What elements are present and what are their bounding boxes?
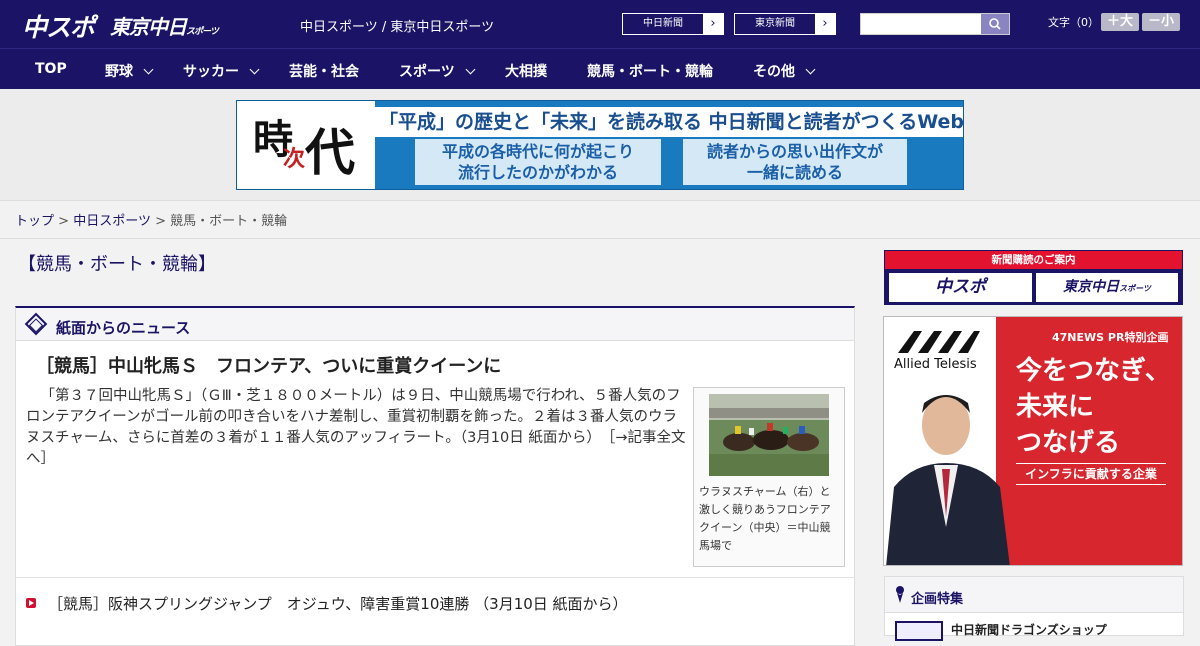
- jidai-banner-ad[interactable]: 時 次 代 「平成」の歴史と「未来」を読み取る 中日新聞と読者がつくるWebサイ…: [236, 100, 964, 190]
- ad-copy: 今をつなぎ、 未来に つなげる: [1016, 353, 1171, 461]
- lead-article-body: 「第３７回中山牝馬Ｓ」（ＧⅢ・芝１８００メートル）は９日、中山競馬場で行われ、５…: [26, 386, 688, 470]
- tokyo-chunichi-logo[interactable]: 東京中日スポーツ: [110, 11, 219, 40]
- chevron-down-icon: [465, 64, 476, 75]
- breadcrumb-separator: >: [58, 214, 70, 229]
- nav-keiba[interactable]: 競馬・ボート・競輪: [587, 61, 713, 81]
- main-nav: TOP 野球 サッカー 芸能・社会 スポーツ 大相撲 競馬・ボート・競輪 その他: [0, 48, 1200, 89]
- site-header: 中スポ 東京中日スポーツ 中日スポーツ / 東京中日スポーツ 中日新聞 › 東京…: [0, 0, 1200, 48]
- banner-kanji-3: 代: [305, 124, 355, 182]
- nav-other-label: その他: [753, 64, 795, 80]
- ad-brand-name: Allied Telesis: [894, 357, 977, 372]
- nav-entertainment[interactable]: 芸能・社会: [289, 61, 359, 81]
- ad-copy-line-3: つなげる: [1016, 428, 1121, 458]
- news-list-item[interactable]: ［競馬］阪神スプリングジャンプ オジュウ、障害重賞10連勝 （3月10日 紙面か…: [48, 593, 628, 614]
- chevron-down-icon: [805, 64, 816, 75]
- nav-soccer[interactable]: サッカー: [183, 61, 260, 81]
- banner-box-2-line-1: 読者からの思い出作文が: [706, 142, 883, 161]
- banner-box-1-line-2: 流行したのかがわかる: [457, 163, 618, 182]
- nav-sports[interactable]: スポーツ: [399, 61, 476, 81]
- lead-photo-box: ウラヌスチャーム（右）と激しく競りあうフロンテアクイーン（中央）＝中山競馬場で: [693, 387, 845, 567]
- ad-copy-line-2: 未来に: [1016, 392, 1095, 422]
- nav-baseball-label: 野球: [105, 64, 133, 80]
- subscription-header: 新聞購読のご案内: [885, 251, 1182, 269]
- nav-keiba-label: 競馬・ボート・競輪: [587, 64, 713, 80]
- banner-box-1: 平成の各時代に何が起こり 流行したのかがわかる: [415, 139, 661, 185]
- page-title: 【競馬・ボート・競輪】: [18, 254, 216, 275]
- banner-headline: 「平成」の歴史と「未来」を読み取る 中日新聞と読者がつくるWebサイト: [375, 107, 963, 137]
- breadcrumb-current: 競馬・ボート・競輪: [170, 214, 288, 229]
- divider: [16, 577, 854, 578]
- nav-sumo[interactable]: 大相撲: [505, 61, 547, 81]
- nav-soccer-label: サッカー: [183, 64, 239, 80]
- search-button[interactable]: [981, 14, 1009, 34]
- ad-copy-line-1: 今をつなぎ、: [1016, 356, 1171, 386]
- tokyo-logo-sub: スポーツ: [186, 27, 219, 37]
- breadcrumb-top-link[interactable]: トップ: [15, 214, 54, 229]
- banner-kanji-2: 次: [283, 147, 306, 172]
- subscribe-tokyo-logo-sub: スポーツ: [1119, 284, 1151, 293]
- divider: [0, 238, 1200, 239]
- nav-entertainment-label: 芸能・社会: [289, 64, 359, 80]
- allied-telesis-logo-icon: [898, 331, 980, 353]
- play-arrow-icon: [26, 598, 36, 608]
- font-smaller-button[interactable]: －小: [1142, 13, 1180, 31]
- subscribe-tokyo-logo[interactable]: 東京中日スポーツ: [1036, 273, 1178, 302]
- chevron-right-icon: ›: [815, 14, 835, 34]
- search-box: [860, 13, 1010, 35]
- nav-top-label: TOP: [35, 61, 67, 77]
- breadcrumb-section-link[interactable]: 中日スポーツ: [73, 214, 151, 229]
- chunichi-shimbun-button[interactable]: 中日新聞 ›: [622, 13, 724, 35]
- feature-header: 企画特集: [885, 577, 1183, 613]
- search-icon: [989, 18, 1001, 30]
- chevron-down-icon: [143, 64, 154, 75]
- chuspo-logo[interactable]: 中スポ: [22, 8, 95, 44]
- banner-box-2: 読者からの思い出作文が 一緒に読める: [683, 139, 907, 185]
- panel-header: 紙面からのニュース: [16, 308, 854, 341]
- chunichi-shimbun-label: 中日新聞: [643, 18, 683, 29]
- search-input[interactable]: [861, 14, 982, 34]
- chevron-down-icon: [249, 64, 260, 75]
- businessman-photo: [886, 395, 1010, 565]
- feature-section: 企画特集 中日新聞ドラゴンズショップ: [884, 576, 1184, 641]
- subscribe-chuspo-logo[interactable]: 中スポ: [889, 273, 1032, 302]
- tokyo-shimbun-button[interactable]: 東京新聞 ›: [734, 13, 836, 35]
- ad-pr-label: 47NEWS PR特別企画: [1052, 331, 1169, 344]
- banner-box-2-line-2: 一緒に読める: [746, 163, 843, 182]
- ad-tagline: インフラに貢献する企業: [1016, 463, 1166, 485]
- news-panel: 紙面からのニュース ［競馬］中山牝馬Ｓ フロンテア、ついに重賞クイーンに 「第３…: [15, 306, 855, 646]
- horse-race-image: [709, 394, 829, 476]
- breadcrumb: トップ > 中日スポーツ > 競馬・ボート・競輪: [15, 210, 287, 229]
- chevron-right-icon: ›: [703, 14, 723, 34]
- site-name: 中日スポーツ / 東京中日スポーツ: [300, 20, 495, 35]
- newspaper-icon: [24, 312, 48, 336]
- lead-article-text: 「第３７回中山牝馬Ｓ」（ＧⅢ・芝１８００メートル）は９日、中山競馬場で行われ、５…: [26, 388, 681, 446]
- dragons-shop-thumbnail[interactable]: [895, 621, 943, 641]
- panel-title: 紙面からのニュース: [56, 319, 191, 337]
- nav-top[interactable]: TOP: [35, 61, 67, 77]
- banner-area: 時 次 代 「平成」の歴史と「未来」を読み取る 中日新聞と読者がつくるWebサイ…: [0, 89, 1200, 201]
- nav-sports-label: スポーツ: [399, 64, 455, 80]
- nav-sumo-label: 大相撲: [505, 64, 547, 80]
- ribbon-icon: [896, 586, 904, 603]
- lead-article-title[interactable]: ［競馬］中山牝馬Ｓ フロンテア、ついに重賞クイーンに: [36, 352, 501, 378]
- subscribe-tokyo-logo-text: 東京中日: [1063, 279, 1120, 295]
- horse-race-photo[interactable]: [709, 394, 829, 476]
- nav-other[interactable]: その他: [753, 61, 816, 81]
- allied-telesis-ad[interactable]: Allied Telesis 47NEWS PR特別企画 今をつなぎ、 未来に …: [883, 316, 1183, 566]
- subscription-box[interactable]: 新聞購読のご案内 中スポ 東京中日スポーツ: [884, 250, 1183, 305]
- banner-box-1-line-1: 平成の各時代に何が起こり: [441, 142, 634, 161]
- tokyo-shimbun-label: 東京新聞: [755, 18, 795, 29]
- font-bigger-button[interactable]: ＋大: [1101, 13, 1139, 31]
- breadcrumb-separator: >: [155, 214, 166, 229]
- nav-baseball[interactable]: 野球: [105, 61, 154, 81]
- banner-kanji-logo: 時 次 代: [237, 101, 375, 189]
- feature-title: 企画特集: [911, 592, 964, 607]
- tokyo-logo-text: 東京中日: [110, 15, 187, 39]
- font-size-label: 文字（0）: [1048, 16, 1099, 29]
- photo-caption: ウラヌスチャーム（右）と激しく競りあうフロンテアクイーン（中央）＝中山競馬場で: [699, 485, 831, 552]
